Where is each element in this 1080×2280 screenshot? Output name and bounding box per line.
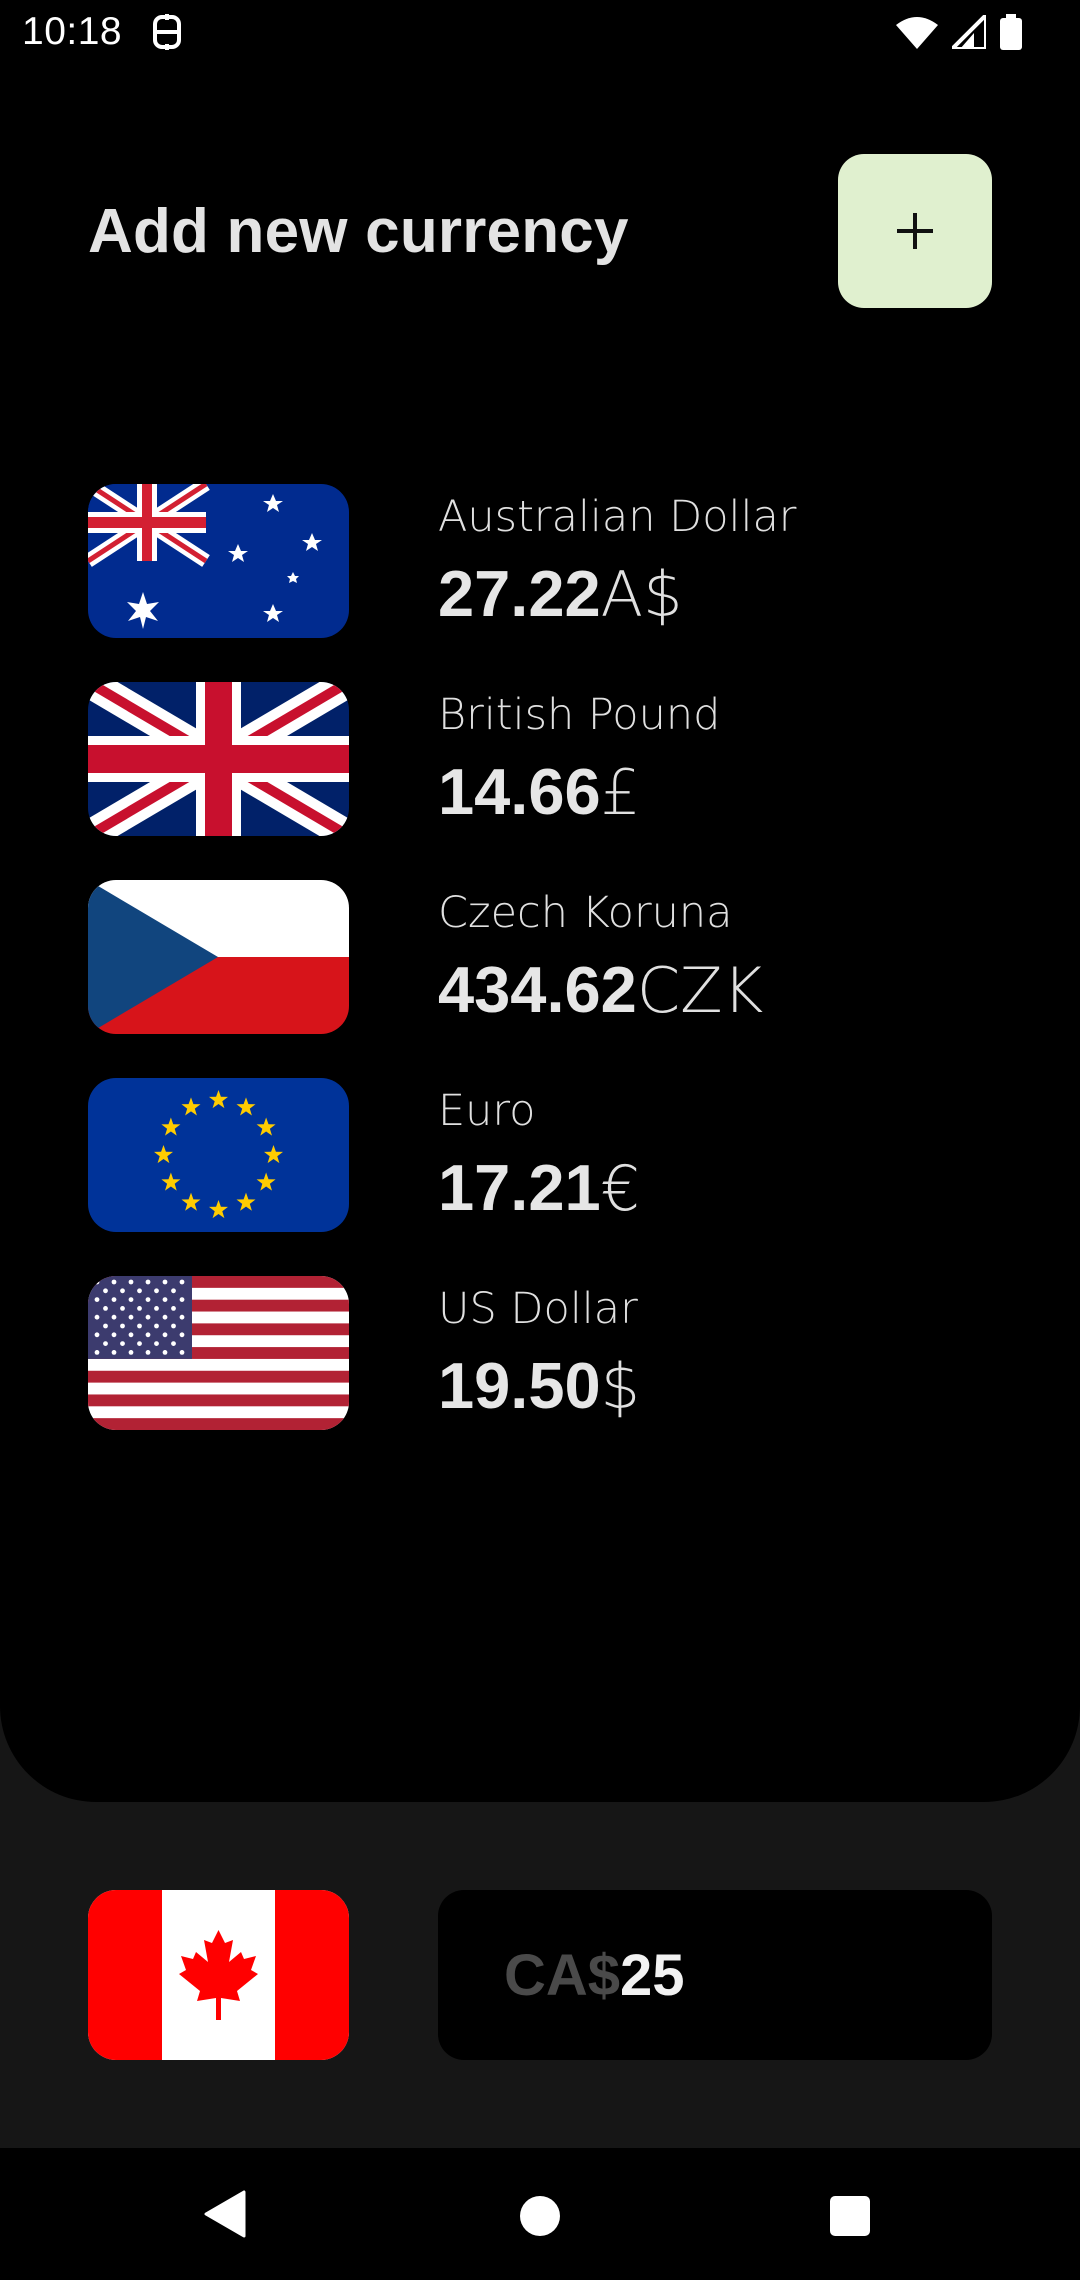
wifi-icon: [896, 17, 938, 49]
currency-symbol: €: [600, 1152, 641, 1225]
currency-name: Czech Koruna: [438, 888, 733, 938]
currency-amount: 14.66£: [438, 754, 640, 829]
page-title: Add new currency: [88, 197, 629, 266]
base-currency-prefix: CA$: [504, 1943, 621, 2008]
currency-item-czk[interactable]: Czech Koruna 434.62CZK: [88, 880, 992, 1034]
currency-item-aud[interactable]: Australian Dollar 27.22A$: [88, 484, 992, 638]
currency-symbol: $: [600, 1350, 641, 1423]
currency-amount: 17.21€: [438, 1150, 640, 1225]
currency-name: Euro: [438, 1086, 536, 1136]
amount-value: 14.66: [438, 755, 601, 828]
signal-icon: [952, 15, 986, 49]
czech-flag-icon: [88, 880, 349, 1034]
currency-list-panel: Add new currency Australian Dollar 27.22…: [0, 0, 1080, 1802]
currency-amount: 19.50$: [438, 1348, 640, 1423]
navigation-bar: [0, 2148, 1080, 2280]
amount-value: 434.62: [438, 953, 637, 1026]
back-icon[interactable]: [204, 2190, 246, 2238]
currency-name: Australian Dollar: [438, 492, 797, 542]
currency-symbol: CZK: [636, 954, 764, 1027]
currency-item-gbp[interactable]: British Pound 14.66£: [88, 682, 992, 836]
currency-amount: 434.62CZK: [438, 952, 763, 1027]
amount-value: 17.21: [438, 1151, 601, 1224]
app-notification-icon: [153, 14, 181, 50]
amount-value: 27.22: [438, 557, 601, 630]
usa-flag-icon: [88, 1276, 349, 1430]
recents-icon[interactable]: [830, 2196, 870, 2236]
currency-amount: 27.22A$: [438, 556, 683, 631]
status-time: 10:18: [22, 10, 123, 53]
canada-flag-icon: [88, 1890, 349, 2060]
add-currency-button[interactable]: [838, 154, 992, 308]
base-currency-selector[interactable]: [88, 1890, 349, 2060]
currency-name: British Pound: [438, 690, 721, 740]
base-amount-input[interactable]: CA$25: [438, 1890, 992, 2060]
amount-value: 19.50: [438, 1349, 601, 1422]
home-icon[interactable]: [520, 2196, 560, 2236]
status-bar: 10:18: [0, 0, 1080, 66]
currency-name: US Dollar: [438, 1284, 638, 1334]
battery-icon: [1000, 14, 1022, 50]
base-amount-value: 25: [620, 1943, 685, 2008]
currency-symbol: £: [600, 756, 641, 829]
currency-item-usd[interactable]: US Dollar 19.50$: [88, 1276, 992, 1430]
base-amount-text: CA$25: [504, 1942, 685, 2009]
currency-symbol: A$: [600, 558, 683, 631]
eu-flag-icon: [88, 1078, 349, 1232]
currency-item-eur[interactable]: Euro 17.21€: [88, 1078, 992, 1232]
plus-icon: [897, 213, 933, 249]
uk-flag-icon: [88, 682, 349, 836]
australia-flag-icon: [88, 484, 349, 638]
